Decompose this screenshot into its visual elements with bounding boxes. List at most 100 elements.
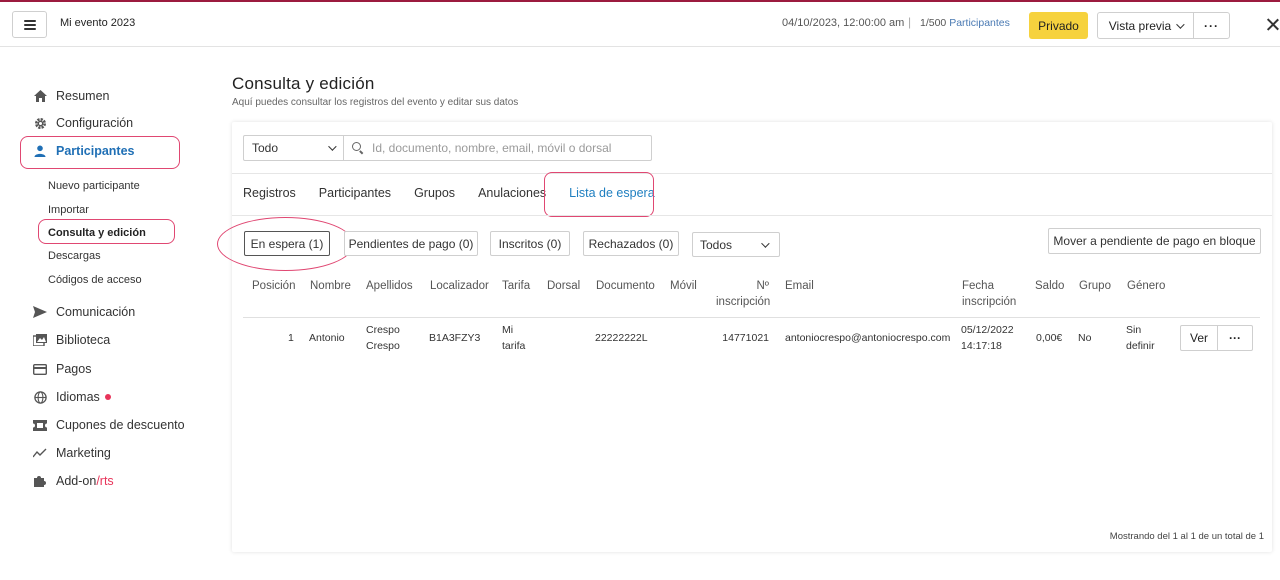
chart-line-icon (33, 446, 47, 460)
search-input[interactable] (372, 141, 642, 155)
col-n-inscripcion[interactable]: Nº inscripción (716, 278, 770, 310)
row-more-button[interactable]: ··· (1217, 325, 1253, 351)
sidebar-item-participantes[interactable]: Participantes (33, 141, 135, 161)
filter-rechazados[interactable]: Rechazados (0) (583, 231, 679, 256)
cell-apellidos: Crespo Crespo (366, 324, 400, 352)
separator: | (908, 15, 912, 29)
chevron-down-icon (761, 238, 770, 248)
cell-grupo: No (1078, 332, 1092, 344)
participants-link[interactable]: Participantes (949, 17, 1010, 29)
addon-suffix: /rts (96, 474, 114, 488)
tab-grupos[interactable]: Grupos (414, 186, 455, 200)
sidebar-item-label: Idiomas (56, 390, 100, 404)
hamburger-icon (23, 19, 36, 30)
cell-documento: 22222222L (595, 332, 648, 344)
cell-n-inscripcion: 14771021 (722, 332, 769, 344)
sidebar-item-cupones[interactable]: Cupones de descuento (33, 415, 185, 435)
preview-label: Vista previa (1108, 18, 1172, 33)
cell-fecha-inscripcion: 05/12/2022 14:17:18 (961, 324, 1014, 352)
col-grupo[interactable]: Grupo (1079, 278, 1111, 294)
sidebar-item-idiomas[interactable]: Idiomas (33, 387, 111, 407)
sidebar-item-pagos[interactable]: Pagos (33, 359, 91, 379)
sidebar-item-label: Participantes (56, 144, 135, 158)
tab-participantes[interactable]: Participantes (319, 186, 391, 200)
ticket-icon (33, 418, 47, 432)
globe-icon (33, 390, 47, 404)
filter-inscritos[interactable]: Inscritos (0) (490, 231, 570, 256)
gear-icon (33, 116, 47, 130)
sub-item-nuevo-participante[interactable]: Nuevo participante (48, 180, 140, 192)
puzzle-icon (33, 474, 47, 488)
search-box (343, 135, 652, 161)
sidebar-item-configuracion[interactable]: Configuración (33, 113, 133, 133)
scope-select-value: Todo (252, 141, 279, 155)
col-posicion[interactable]: Posición (252, 278, 295, 294)
images-icon (33, 333, 47, 347)
cell-tarifa: Mi tarifa (502, 324, 526, 352)
home-icon (33, 89, 47, 103)
filter-pendientes-pago[interactable]: Pendientes de pago (0) (344, 231, 478, 256)
more-options-button[interactable]: ··· (1193, 12, 1230, 39)
tab-anulaciones[interactable]: Anulaciones (478, 186, 546, 200)
col-email[interactable]: Email (785, 278, 814, 294)
bulk-move-button[interactable]: Mover a pendiente de pago en bloque (1048, 228, 1261, 254)
col-saldo[interactable]: Saldo (1035, 278, 1064, 294)
sidebar-item-biblioteca[interactable]: Biblioteca (33, 330, 110, 350)
chevron-down-icon (328, 142, 337, 151)
sidebar-item-addons[interactable]: Add-on/rts (33, 471, 114, 491)
sidebar-item-comunicacion[interactable]: Comunicación (33, 302, 135, 322)
event-title: Mi evento 2023 (60, 17, 136, 29)
sidebar-item-marketing[interactable]: Marketing (33, 443, 111, 463)
preview-button[interactable]: Vista previa (1097, 12, 1194, 39)
cell-localizador: B1A3FZY3 (429, 332, 481, 344)
status-select-value: Todos (700, 237, 733, 252)
scope-select[interactable]: Todo (243, 135, 344, 161)
notification-dot (104, 394, 111, 400)
close-icon[interactable] (1265, 16, 1280, 34)
sub-item-codigos-acceso[interactable]: Códigos de acceso (48, 274, 142, 286)
sidebar-item-label: Configuración (56, 116, 134, 130)
col-documento[interactable]: Documento (596, 278, 655, 294)
col-apellidos[interactable]: Apellidos (366, 278, 413, 294)
col-tarifa[interactable]: Tarifa (502, 278, 530, 294)
col-genero[interactable]: Género (1127, 278, 1165, 294)
menu-button[interactable] (12, 11, 47, 38)
top-bar: Mi evento 2023 04/10/2023, 12:00:00 am |… (0, 0, 1280, 47)
user-icon (33, 144, 47, 158)
col-fecha-inscripcion[interactable]: Fecha inscripción (962, 278, 1016, 310)
cell-genero: Sin definir (1126, 324, 1155, 352)
divider (232, 173, 1272, 174)
cell-email: antoniocrespo@antoniocrespo.com (785, 332, 951, 344)
sidebar-item-resumen[interactable]: Resumen (33, 86, 110, 106)
cell-saldo: 0,00€ (1036, 332, 1063, 344)
cell-nombre: Antonio (309, 332, 345, 344)
tab-registros[interactable]: Registros (243, 186, 296, 200)
col-nombre[interactable]: Nombre (310, 278, 351, 294)
page-title: Consulta y edición (232, 74, 375, 93)
sidebar-item-label: Resumen (56, 89, 110, 103)
page-subtitle: Aquí puedes consultar los registros del … (232, 97, 519, 108)
private-button[interactable]: Privado (1029, 12, 1088, 39)
card-icon (33, 362, 47, 376)
sub-item-importar[interactable]: Importar (48, 204, 89, 216)
count-value: 1/500 (920, 17, 947, 29)
cell-posicion: 1 (288, 332, 294, 344)
send-icon (33, 305, 47, 319)
tab-lista-de-espera[interactable]: Lista de espera (569, 186, 654, 200)
tabs: Registros Participantes Grupos Anulacion… (243, 186, 678, 200)
sub-item-descargas[interactable]: Descargas (48, 250, 101, 262)
search-icon (352, 142, 364, 154)
event-date: 04/10/2023, 12:00:00 am (782, 17, 905, 29)
view-button[interactable]: Ver (1180, 325, 1218, 351)
table-header-divider (243, 317, 1260, 318)
sidebar-item-label: Comunicación (56, 305, 136, 319)
filter-en-espera[interactable]: En espera (1) (244, 231, 330, 256)
status-select[interactable]: Todos (692, 232, 780, 257)
col-dorsal[interactable]: Dorsal (547, 278, 580, 294)
col-localizador[interactable]: Localizador (430, 278, 489, 294)
chevron-down-icon (1176, 19, 1185, 29)
col-movil[interactable]: Móvil (670, 278, 697, 294)
sidebar-item-label: Cupones de descuento (56, 418, 185, 432)
sub-item-consulta-edicion[interactable]: Consulta y edición (48, 227, 146, 239)
sidebar-item-label: Marketing (56, 446, 111, 460)
